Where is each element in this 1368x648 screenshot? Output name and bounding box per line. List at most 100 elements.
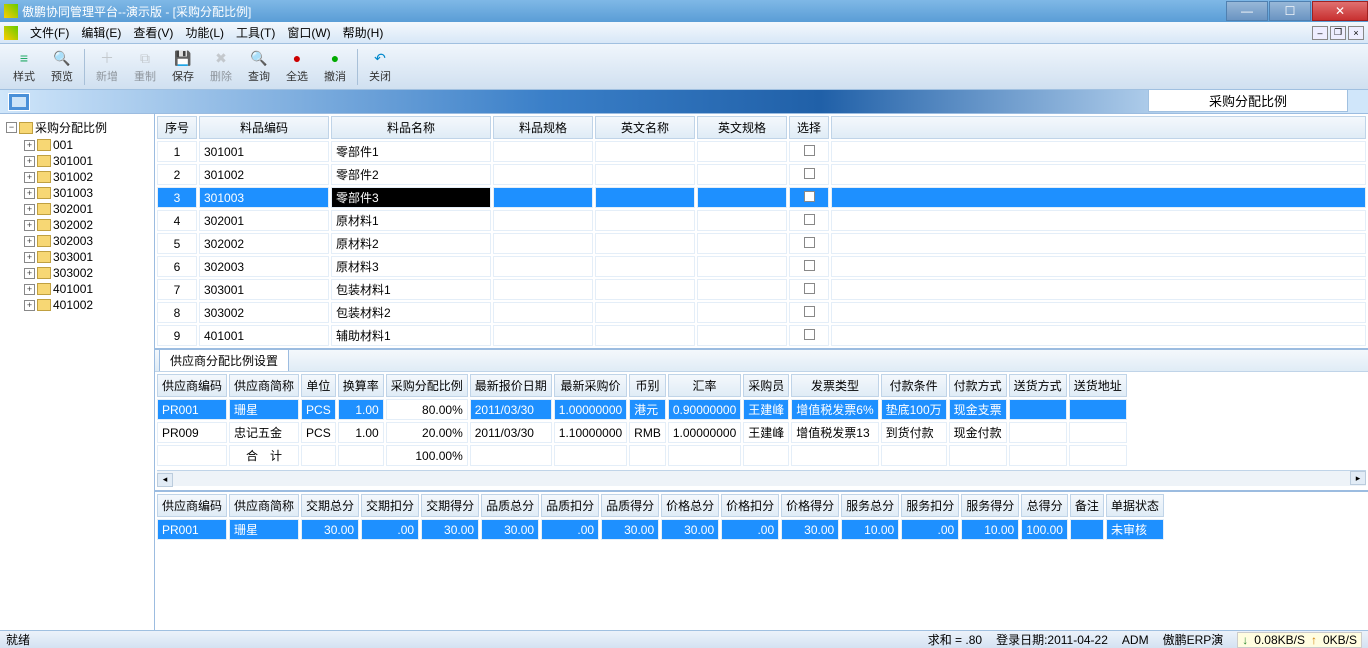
expand-icon[interactable]: + <box>24 172 35 183</box>
column-header[interactable]: 最新报价日期 <box>470 374 552 397</box>
column-header[interactable]: 供应商简称 <box>229 374 299 397</box>
tree-root[interactable]: − 采购分配比例 <box>2 118 152 137</box>
column-header[interactable]: 品质得分 <box>601 494 659 517</box>
table-row[interactable]: 9401001辅助材料1 <box>157 325 1366 346</box>
expand-icon[interactable]: + <box>24 204 35 215</box>
menu-item[interactable]: 文件(F) <box>24 22 75 43</box>
column-header[interactable]: 供应商编码 <box>157 494 227 517</box>
menu-item[interactable]: 窗口(W) <box>281 22 336 43</box>
column-header[interactable]: 英文规格 <box>697 116 787 139</box>
toolbar-style-button[interactable]: ≡样式 <box>6 47 42 87</box>
column-header[interactable]: 品质扣分 <box>541 494 599 517</box>
menu-item[interactable]: 查看(V) <box>127 22 179 43</box>
column-header[interactable]: 料品名称 <box>331 116 491 139</box>
table-row[interactable]: 1301001零部件1 <box>157 141 1366 162</box>
table-row[interactable]: 8303002包装材料2 <box>157 302 1366 323</box>
tree-item[interactable]: +301003 <box>2 185 152 201</box>
column-header[interactable]: 价格总分 <box>661 494 719 517</box>
expand-icon[interactable]: + <box>24 188 35 199</box>
supplier-ratio-grid[interactable]: 供应商编码供应商简称单位换算率采购分配比例最新报价日期最新采购价币别汇率采购员发… <box>155 372 1129 468</box>
column-header[interactable]: 供应商简称 <box>229 494 299 517</box>
column-header[interactable]: 价格得分 <box>781 494 839 517</box>
table-row[interactable]: 3301003零部件3 <box>157 187 1366 208</box>
tree-item[interactable]: +401001 <box>2 281 152 297</box>
checkbox[interactable] <box>804 145 815 156</box>
expand-icon[interactable]: + <box>24 300 35 311</box>
close-button[interactable]: ✕ <box>1312 1 1368 21</box>
table-row[interactable]: PR001珊星30.00.0030.0030.00.0030.0030.00.0… <box>157 519 1164 540</box>
column-header[interactable]: 交期总分 <box>301 494 359 517</box>
expand-icon[interactable]: + <box>24 156 35 167</box>
column-header[interactable]: 英文名称 <box>595 116 695 139</box>
column-header[interactable]: 单据状态 <box>1106 494 1164 517</box>
tree-item[interactable]: +302003 <box>2 233 152 249</box>
table-row[interactable]: 2301002零部件2 <box>157 164 1366 185</box>
scroll-left-icon[interactable]: ◂ <box>157 473 173 487</box>
expand-icon[interactable]: + <box>24 140 35 151</box>
column-header[interactable]: 单位 <box>301 374 336 397</box>
column-header[interactable]: 最新采购价 <box>554 374 627 397</box>
checkbox[interactable] <box>804 260 815 271</box>
mdi-close-button[interactable]: × <box>1348 26 1364 40</box>
checkbox[interactable] <box>804 191 815 202</box>
nav-tree[interactable]: − 采购分配比例 +001+301001+301002+301003+30200… <box>0 114 155 630</box>
column-header[interactable]: 价格扣分 <box>721 494 779 517</box>
toolbar-close-button[interactable]: ↶关闭 <box>362 47 398 87</box>
toolbar-save-button[interactable]: 💾保存 <box>165 47 201 87</box>
column-header[interactable]: 换算率 <box>338 374 384 397</box>
checkbox[interactable] <box>804 283 815 294</box>
column-header[interactable]: 付款条件 <box>881 374 947 397</box>
column-header[interactable]: 料品规格 <box>493 116 593 139</box>
expand-icon[interactable]: − <box>6 122 17 133</box>
column-header[interactable]: 付款方式 <box>949 374 1007 397</box>
tree-item[interactable]: +303001 <box>2 249 152 265</box>
checkbox[interactable] <box>804 168 815 179</box>
toolbar-preview-button[interactable]: 🔍预览 <box>44 47 80 87</box>
column-header[interactable]: 选择 <box>789 116 829 139</box>
mdi-minimize-button[interactable]: – <box>1312 26 1328 40</box>
column-header[interactable]: 采购员 <box>743 374 789 397</box>
menu-item[interactable]: 功能(L) <box>179 22 230 43</box>
toolbar-query-button[interactable]: 🔍查询 <box>241 47 277 87</box>
column-header[interactable]: 服务总分 <box>841 494 899 517</box>
tree-item[interactable]: +302001 <box>2 201 152 217</box>
tree-item[interactable]: +303002 <box>2 265 152 281</box>
column-header[interactable]: 币别 <box>629 374 666 397</box>
checkbox[interactable] <box>804 329 815 340</box>
expand-icon[interactable]: + <box>24 284 35 295</box>
table-row[interactable]: 5302002原材料2 <box>157 233 1366 254</box>
table-row[interactable]: 7303001包装材料1 <box>157 279 1366 300</box>
tab-supplier-ratio[interactable]: 供应商分配比例设置 <box>159 349 289 371</box>
scroll-right-icon[interactable]: ▸ <box>1350 471 1366 485</box>
column-header[interactable]: 交期得分 <box>421 494 479 517</box>
tree-item[interactable]: +301002 <box>2 169 152 185</box>
column-header[interactable]: 总得分 <box>1021 494 1068 517</box>
maximize-button[interactable]: ☐ <box>1269 1 1311 21</box>
table-row[interactable]: PR009忠记五金PCS1.0020.00%2011/03/301.100000… <box>157 422 1127 443</box>
expand-icon[interactable]: + <box>24 236 35 247</box>
column-header[interactable]: 服务得分 <box>961 494 1019 517</box>
minimize-button[interactable]: — <box>1226 1 1268 21</box>
toolbar-selall-button[interactable]: ●全选 <box>279 47 315 87</box>
tree-item[interactable]: +302002 <box>2 217 152 233</box>
horizontal-scrollbar[interactable]: ◂ ▸ <box>157 470 1366 486</box>
column-header[interactable]: 备注 <box>1070 494 1104 517</box>
mdi-restore-button[interactable]: ❐ <box>1330 26 1346 40</box>
score-grid[interactable]: 供应商编码供应商简称交期总分交期扣分交期得分品质总分品质扣分品质得分价格总分价格… <box>155 492 1166 542</box>
column-header[interactable]: 发票类型 <box>791 374 878 397</box>
column-header[interactable]: 汇率 <box>668 374 741 397</box>
materials-grid[interactable]: 序号料品编码料品名称料品规格英文名称英文规格选择 1301001零部件12301… <box>155 114 1368 348</box>
column-header[interactable]: 交期扣分 <box>361 494 419 517</box>
menu-item[interactable]: 帮助(H) <box>337 22 390 43</box>
table-row[interactable]: 6302003原材料3 <box>157 256 1366 277</box>
checkbox[interactable] <box>804 237 815 248</box>
column-header[interactable]: 送货方式 <box>1009 374 1067 397</box>
toolbar-undo-button[interactable]: ●撤消 <box>317 47 353 87</box>
expand-icon[interactable]: + <box>24 252 35 263</box>
table-row[interactable]: 4302001原材料1 <box>157 210 1366 231</box>
tree-item[interactable]: +001 <box>2 137 152 153</box>
column-header[interactable]: 料品编码 <box>199 116 329 139</box>
menu-item[interactable]: 编辑(E) <box>75 22 127 43</box>
expand-icon[interactable]: + <box>24 220 35 231</box>
column-header[interactable]: 序号 <box>157 116 197 139</box>
